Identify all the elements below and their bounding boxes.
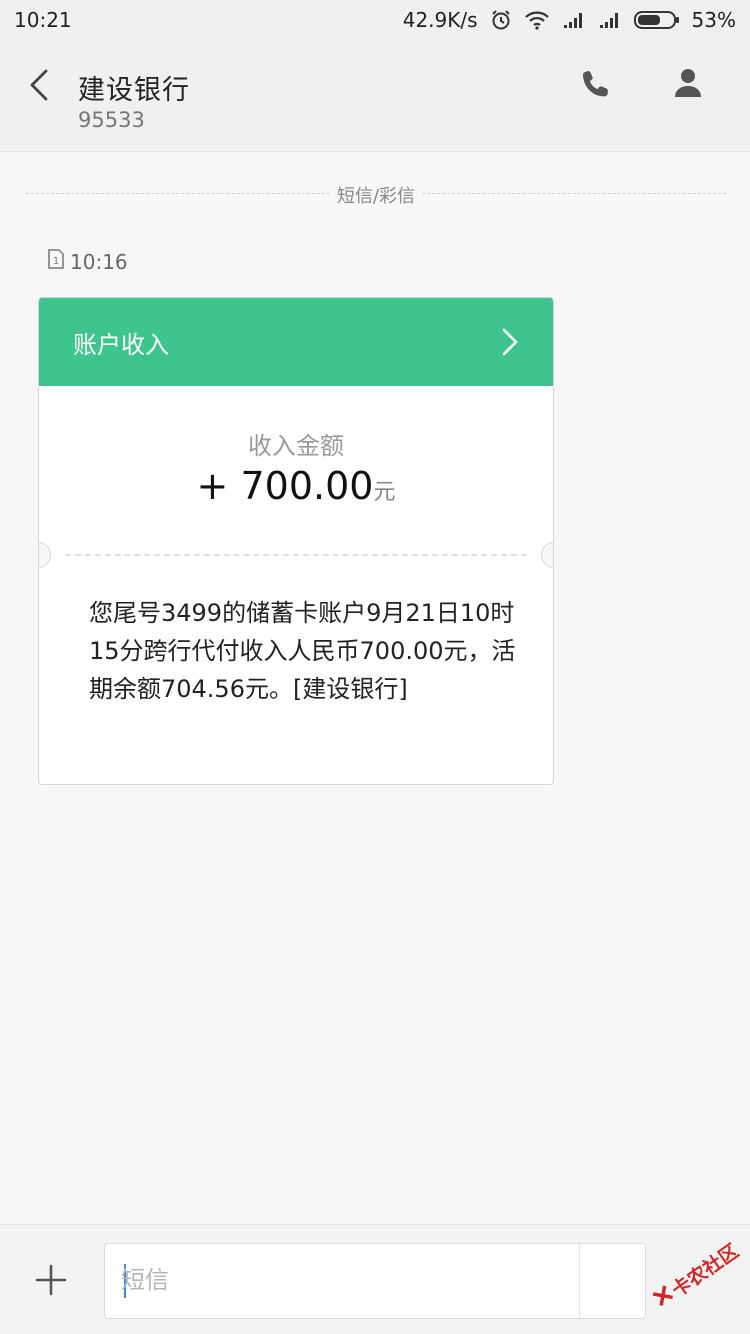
- call-button[interactable]: [580, 68, 612, 100]
- message-time: 10:16: [70, 249, 128, 274]
- sim-icon: 1: [48, 249, 64, 274]
- signal-icon: [598, 10, 622, 30]
- message-type-label: 短信/彩信: [330, 182, 422, 208]
- contact-name: 建设银行: [78, 75, 190, 106]
- attach-button[interactable]: [34, 1263, 68, 1297]
- composer-bar: [0, 1224, 750, 1334]
- transaction-card[interactable]: 账户收入 收入金额 + 700.00元 您尾号3499的储蓄卡账户9月21日10…: [38, 297, 554, 785]
- message-type-divider: 短信/彩信: [26, 180, 726, 208]
- signal-icon: [562, 10, 586, 30]
- amount-number: + 700.00: [196, 464, 374, 508]
- send-separator: [579, 1244, 580, 1318]
- message-body: 您尾号3499的储蓄卡账户9月21日10时15分跨行代付收入人民币700.00元…: [89, 599, 516, 703]
- amount-unit: 元: [373, 480, 396, 505]
- contact-number: 95533: [78, 108, 145, 132]
- card-header[interactable]: 账户收入: [39, 298, 553, 386]
- chevron-right-icon: [502, 328, 518, 356]
- message-timestamp: 1 10:16: [48, 249, 128, 274]
- message-input-wrapper: [104, 1243, 646, 1319]
- card-dash-divider: [65, 554, 527, 556]
- card-heading: 账户收入: [73, 330, 169, 359]
- svg-text:1: 1: [53, 256, 59, 267]
- amount-label: 收入金额: [248, 432, 344, 460]
- battery-level: 53%: [691, 8, 736, 32]
- battery-icon: [633, 10, 680, 30]
- phone-icon: [583, 71, 608, 97]
- status-bar: 10:21 42.9K/s 53%: [0, 0, 750, 40]
- watermark-text: 卡农社区: [667, 1239, 743, 1302]
- contact-button[interactable]: [672, 66, 704, 98]
- back-icon: [30, 69, 48, 101]
- status-time: 10:21: [14, 8, 72, 32]
- wifi-icon: [524, 10, 550, 30]
- contact-icon: [675, 69, 701, 97]
- net-speed: 42.9K/s: [402, 8, 478, 32]
- card-notch-left: [39, 542, 51, 568]
- conversation-header: 建设银行 95533: [0, 40, 750, 152]
- alarm-icon: [490, 9, 512, 31]
- amount-value: + 700.00元: [39, 464, 553, 508]
- message-input[interactable]: [121, 1258, 561, 1302]
- back-button[interactable]: [26, 68, 54, 102]
- card-notch-right: [541, 542, 553, 568]
- plus-icon: [35, 1264, 67, 1296]
